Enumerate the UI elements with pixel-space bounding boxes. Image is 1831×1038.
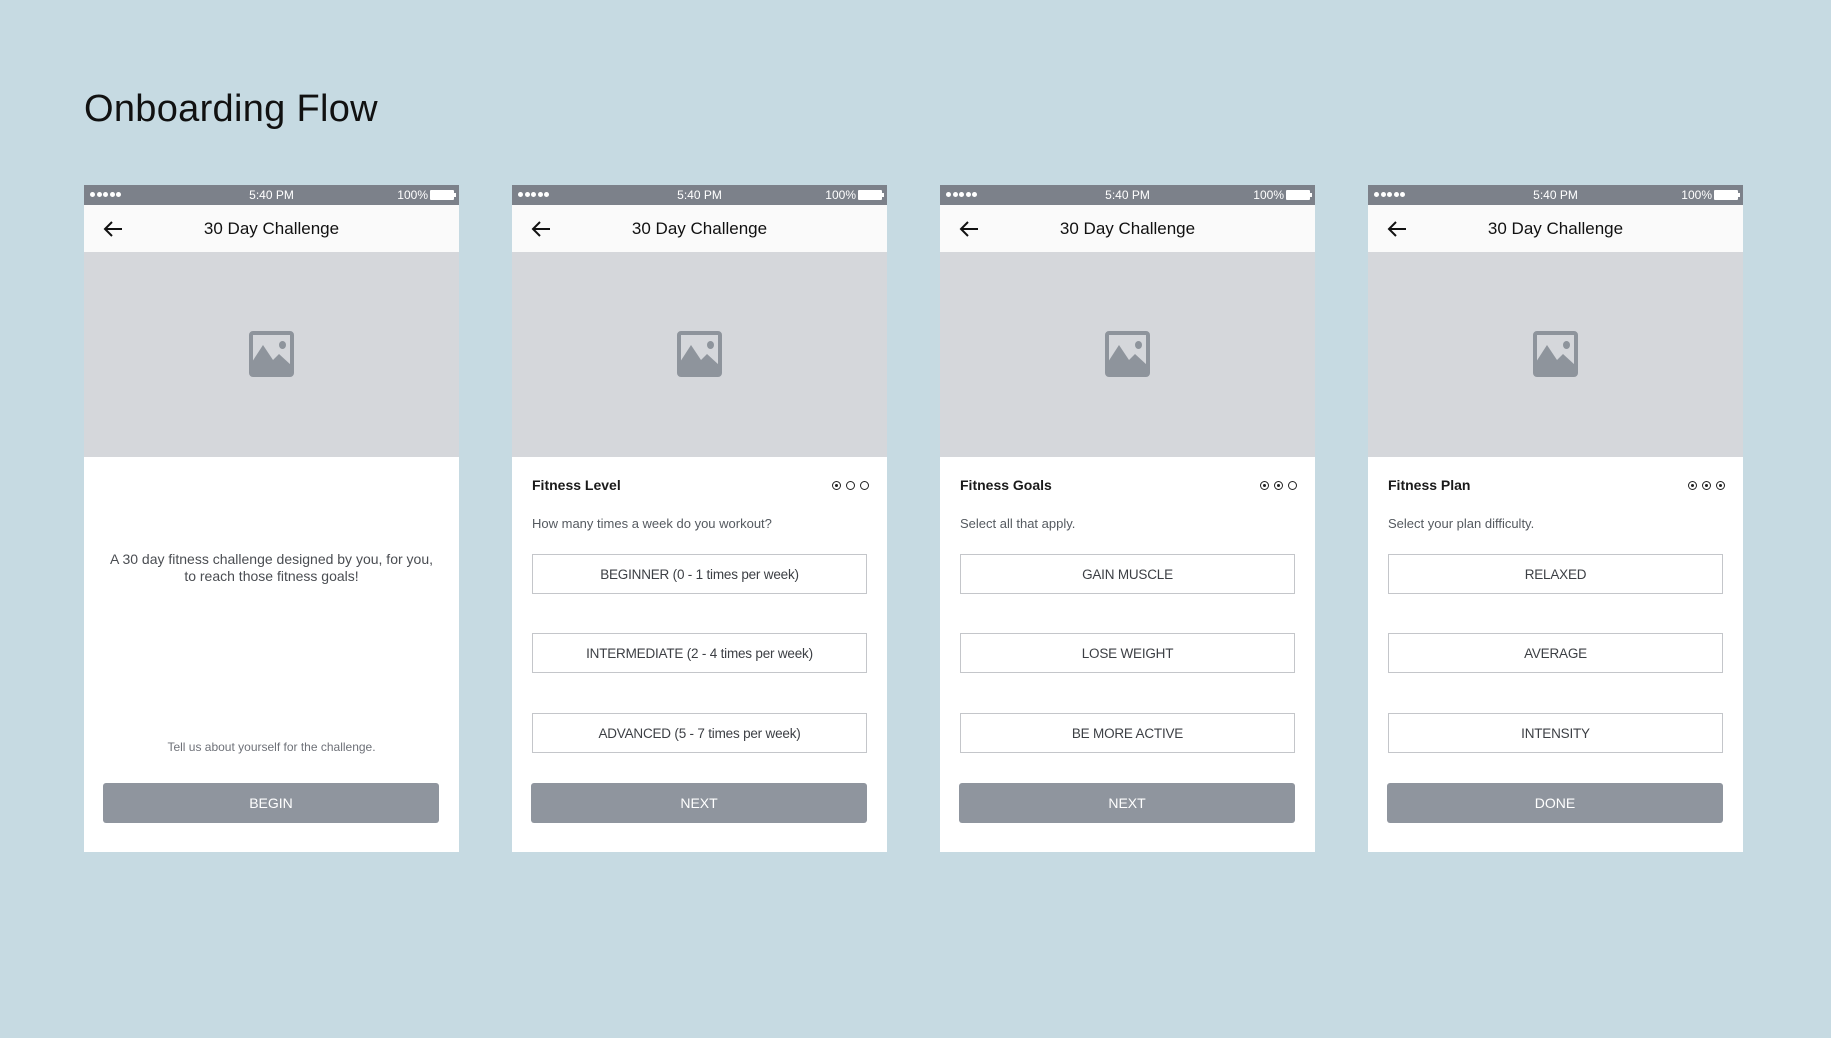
nav-header: 30 Day Challenge <box>84 205 459 252</box>
question-text: Select all that apply. <box>960 516 1076 531</box>
battery-percent: 100% <box>1253 188 1284 202</box>
done-button[interactable]: DONE <box>1387 783 1723 823</box>
screen-fitness-goals: 5:40 PM 100% 30 Day Challenge Fitness Go… <box>940 185 1315 852</box>
battery-icon <box>1286 190 1312 200</box>
begin-button[interactable]: BEGIN <box>103 783 439 823</box>
option-beginner[interactable]: BEGINNER (0 - 1 times per week) <box>532 554 867 594</box>
screen-intro: 5:40 PM 100% 30 Day Challenge A 30 day f… <box>84 185 459 852</box>
option-lose-weight[interactable]: LOSE WEIGHT <box>960 633 1295 673</box>
step-dot-empty-icon <box>860 481 869 490</box>
option-relaxed[interactable]: RELAXED <box>1388 554 1723 594</box>
step-dot-filled-icon <box>832 481 841 490</box>
step-dot-empty-icon <box>1288 481 1297 490</box>
battery-icon <box>858 190 884 200</box>
image-placeholder-icon <box>677 331 722 377</box>
nav-header: 30 Day Challenge <box>512 205 887 252</box>
nav-title: 30 Day Challenge <box>631 219 768 238</box>
status-bar: 5:40 PM 100% <box>512 185 887 205</box>
nav-title: 30 Day Challenge <box>1487 219 1624 238</box>
battery-icon <box>430 190 456 200</box>
option-intensity[interactable]: INTENSITY <box>1388 713 1723 753</box>
option-gain-muscle[interactable]: GAIN MUSCLE <box>960 554 1295 594</box>
section-title: Fitness Plan <box>1388 477 1471 493</box>
battery-percent: 100% <box>1681 188 1712 202</box>
step-dot-filled-icon <box>1702 481 1711 490</box>
question-text: How many times a week do you workout? <box>532 516 772 531</box>
step-dot-filled-icon <box>1716 481 1725 490</box>
hero-image-placeholder <box>940 252 1315 457</box>
section-title: Fitness Level <box>532 477 621 493</box>
nav-title: 30 Day Challenge <box>203 219 340 238</box>
nav-title: 30 Day Challenge <box>1059 219 1196 238</box>
next-button[interactable]: NEXT <box>531 783 867 823</box>
screen-fitness-plan: 5:40 PM 100% 30 Day Challenge Fitness Pl… <box>1368 185 1743 852</box>
intro-description: A 30 day fitness challenge designed by y… <box>110 551 433 584</box>
battery-percent: 100% <box>397 188 428 202</box>
step-indicator <box>1688 481 1725 490</box>
option-advanced[interactable]: ADVANCED (5 - 7 times per week) <box>532 713 867 753</box>
page-title: Onboarding Flow <box>84 88 378 130</box>
image-placeholder-icon <box>249 331 294 377</box>
section-title: Fitness Goals <box>960 477 1052 493</box>
footer-note: Tell us about yourself for the challenge… <box>167 740 376 754</box>
image-placeholder-icon <box>1105 331 1150 377</box>
option-average[interactable]: AVERAGE <box>1388 633 1723 673</box>
step-dot-filled-icon <box>1260 481 1269 490</box>
option-intermediate[interactable]: INTERMEDIATE (2 - 4 times per week) <box>532 633 867 673</box>
nav-header: 30 Day Challenge <box>1368 205 1743 252</box>
step-indicator <box>832 481 869 490</box>
option-be-more-active[interactable]: BE MORE ACTIVE <box>960 713 1295 753</box>
battery-percent: 100% <box>825 188 856 202</box>
nav-header: 30 Day Challenge <box>940 205 1315 252</box>
image-placeholder-icon <box>1533 331 1578 377</box>
next-button[interactable]: NEXT <box>959 783 1295 823</box>
step-indicator <box>1260 481 1297 490</box>
status-bar: 5:40 PM 100% <box>940 185 1315 205</box>
step-dot-filled-icon <box>1688 481 1697 490</box>
step-dot-filled-icon <box>1274 481 1283 490</box>
question-text: Select your plan difficulty. <box>1388 516 1535 531</box>
battery-icon <box>1714 190 1740 200</box>
hero-image-placeholder <box>512 252 887 457</box>
hero-image-placeholder <box>1368 252 1743 457</box>
step-dot-empty-icon <box>846 481 855 490</box>
hero-image-placeholder <box>84 252 459 457</box>
screen-fitness-level: 5:40 PM 100% 30 Day Challenge Fitness Le… <box>512 185 887 852</box>
status-bar: 5:40 PM 100% <box>1368 185 1743 205</box>
status-bar: 5:40 PM 100% <box>84 185 459 205</box>
